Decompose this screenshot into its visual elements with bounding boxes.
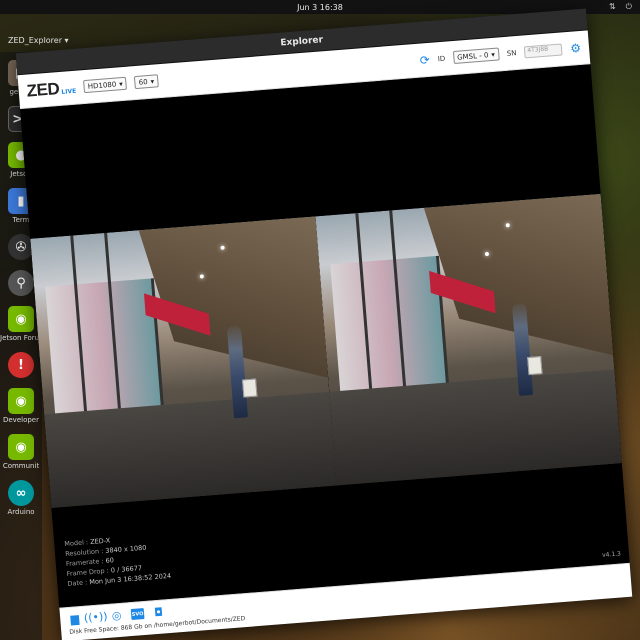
dock-label-community: Communit [2,462,40,470]
id-label: ID [437,54,446,63]
refresh-icon[interactable]: ⟳ [419,52,430,67]
app-menu-label[interactable]: ZED_Explorer [8,36,62,45]
window-title: Explorer [280,34,324,49]
arduino-icon[interactable]: ∞ [8,480,34,506]
sn-label: SN [506,48,517,58]
chevron-down-icon: ▾ [118,79,124,88]
zed-live-label: LIVE [61,87,77,96]
dock-label-developer: Developer [2,416,39,424]
nvidia-icon[interactable]: ◉ [8,306,34,332]
zed-explorer-window: Explorer ZED LIVE HD1080 ▾ 60 ▾ ⟳ ID GMS… [15,8,633,640]
chevron-down-icon: ▾ [491,50,496,59]
stream-icon[interactable]: ((•)) [83,610,108,625]
community-icon[interactable]: ◉ [8,434,34,460]
resolution-select[interactable]: HD1080 ▾ [83,76,128,94]
left-eye-image [30,216,337,508]
network-icon[interactable]: ⇅ [609,2,616,12]
dock-label-forum: Jetson Forum [0,334,42,342]
stereo-video-feed [30,193,622,508]
fps-select[interactable]: 60 ▾ [134,74,159,90]
serial-number-field[interactable]: 4T3J8B [523,42,563,58]
version-label: v4.1.3 [601,550,622,559]
fps-60-icon[interactable]: ◎ [110,609,124,623]
camera-viewport[interactable]: Model : ZED-X Resolution : 3840 x 1080 F… [20,64,630,608]
right-eye-image [315,193,622,486]
camera-snapshot-icon[interactable]: ◘ [152,605,166,620]
folder-icon[interactable]: ▆ [68,612,82,626]
camera-input-select[interactable]: GMSL - 0 ▾ [452,47,500,65]
ubuntu-icon[interactable]: ⚲ [8,270,34,296]
camera-info-overlay: Model : ZED-X Resolution : 3840 x 1080 F… [64,531,171,589]
system-clock[interactable]: Jun 3 16:38 [297,3,343,12]
dock-label-arduino: Arduino [7,508,35,516]
svo-record-icon[interactable]: SVO [130,608,145,621]
camera-input-value: GMSL - 0 [456,50,489,62]
developer-icon[interactable]: ◉ [8,388,34,414]
chevron-down-icon: ▾ [150,77,155,86]
power-icon[interactable]: ⏻ [626,2,632,12]
fps-value: 60 [138,77,148,87]
resolution-value: HD1080 [87,80,117,91]
zed-logo: ZED [25,78,60,101]
system-tray[interactable]: ⇅ ⏻ [609,2,632,12]
updates-icon[interactable]: ! [8,352,34,378]
gear-icon[interactable]: ⚙ [570,41,582,56]
